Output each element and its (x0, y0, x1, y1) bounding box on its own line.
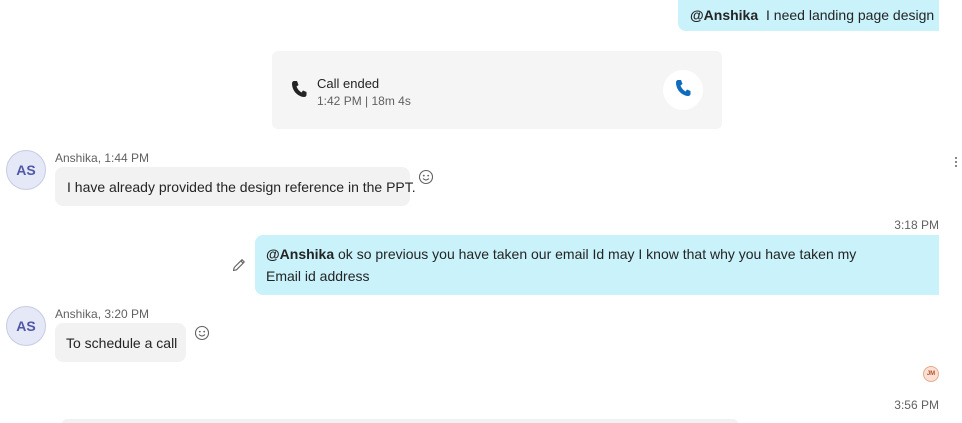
phone-icon (675, 79, 691, 102)
mention[interactable]: @Anshika (690, 7, 758, 23)
emoji-reaction-icon[interactable] (418, 169, 434, 190)
avatar[interactable]: AS (6, 150, 46, 190)
incoming-message[interactable]: To schedule a call (55, 323, 186, 362)
outgoing-message[interactable]: @Anshika ok so previous you have taken o… (255, 235, 939, 295)
phone-icon (291, 80, 307, 103)
read-receipt-avatar: JM (923, 366, 939, 382)
message-timestamp: 3:56 PM (894, 398, 939, 412)
mention[interactable]: @Anshika (266, 246, 334, 262)
message-text: I have already provided the design refer… (67, 179, 416, 195)
outgoing-message[interactable]: @Anshika I need landing page design (678, 0, 939, 31)
edited-pencil-icon (231, 257, 247, 278)
message-text: I need landing page design (766, 7, 935, 23)
message-meta: Anshika, 1:44 PM (55, 151, 150, 165)
call-details: 1:42 PM | 18m 4s (317, 94, 411, 108)
avatar[interactable]: AS (6, 306, 46, 346)
incoming-message-partial[interactable] (62, 419, 738, 423)
incoming-message[interactable]: I have already provided the design refer… (55, 167, 416, 206)
message-text: To schedule a call (66, 335, 178, 351)
call-back-button[interactable] (663, 70, 703, 110)
call-ended-card: Call ended 1:42 PM | 18m 4s (272, 51, 722, 129)
message-text: ok so previous you have taken our email … (266, 246, 857, 284)
more-options-icon[interactable] (954, 155, 958, 173)
message-timestamp: 3:18 PM (894, 218, 939, 232)
emoji-reaction-icon[interactable] (194, 325, 210, 346)
message-meta: Anshika, 3:20 PM (55, 307, 150, 321)
call-title: Call ended (317, 76, 380, 91)
